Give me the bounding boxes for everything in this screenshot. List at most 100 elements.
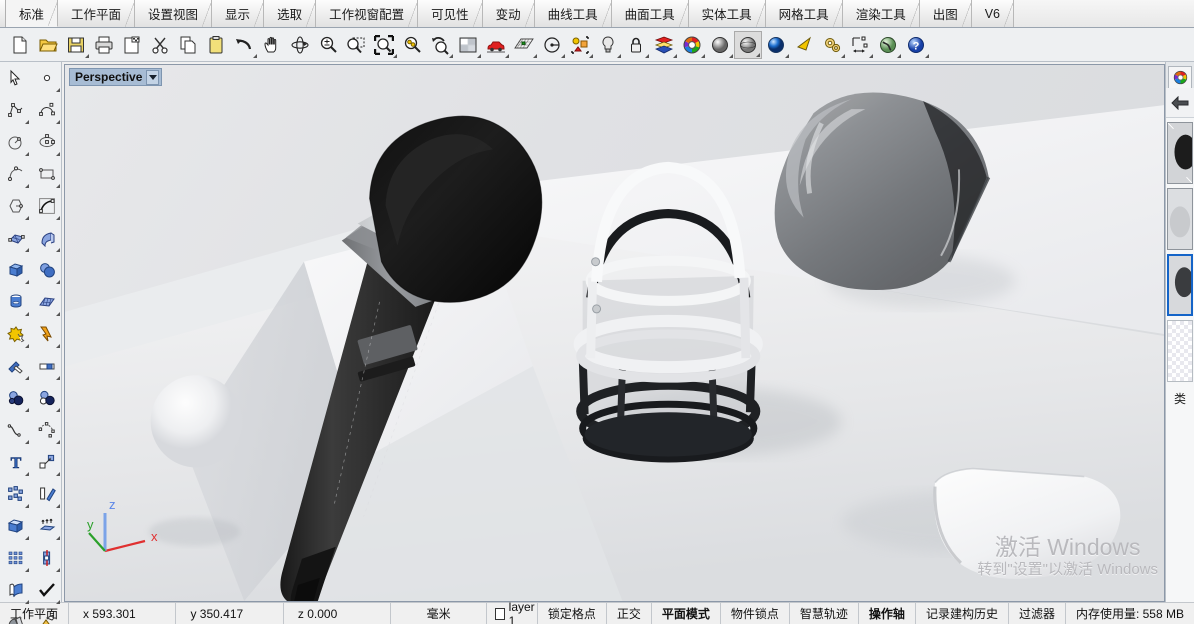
tab-cplane[interactable]: 工作平面 — [58, 0, 135, 27]
tab-standard[interactable]: 标准 — [6, 0, 58, 27]
tool-unroll[interactable] — [0, 574, 31, 606]
tab-viewport-layout[interactable]: 工作视窗配置 — [316, 0, 418, 27]
material-thumb-2[interactable] — [1167, 188, 1193, 250]
tool-point[interactable] — [31, 62, 62, 94]
print-button[interactable] — [90, 31, 118, 59]
tool-explode[interactable] — [31, 318, 62, 350]
render-button[interactable] — [482, 31, 510, 59]
cut-button[interactable] — [146, 31, 174, 59]
status-grid-snap[interactable]: 锁定格点 — [538, 603, 607, 624]
save-button[interactable] — [62, 31, 90, 59]
copy-view-button[interactable] — [118, 31, 146, 59]
status-filter[interactable]: 过滤器 — [1009, 603, 1066, 624]
tool-blend-curve[interactable] — [0, 414, 31, 446]
tool-mirror[interactable] — [31, 478, 62, 510]
tool-render-material[interactable] — [31, 606, 62, 624]
layer-color-swatch[interactable] — [495, 608, 505, 620]
back-arrow-icon[interactable] — [1171, 96, 1189, 110]
tab-visibility[interactable]: 可见性 — [418, 0, 483, 27]
tool-select[interactable] — [0, 62, 31, 94]
tab-set-view[interactable]: 设置视图 — [135, 0, 212, 27]
tool-split[interactable] — [31, 542, 62, 574]
status-ortho[interactable]: 正交 — [607, 603, 652, 624]
material-thumb-1[interactable] — [1167, 122, 1193, 184]
material-thumb-3[interactable] — [1167, 254, 1193, 316]
cplane-button[interactable] — [510, 31, 538, 59]
paste-button[interactable] — [202, 31, 230, 59]
tool-boolean[interactable] — [0, 318, 31, 350]
tool-boolean-difference[interactable] — [0, 382, 31, 414]
dimension-button[interactable] — [846, 31, 874, 59]
tool-arc[interactable] — [0, 158, 31, 190]
status-osnap[interactable]: 物件锁点 — [721, 603, 790, 624]
copy-button[interactable] — [174, 31, 202, 59]
tool-cap[interactable] — [0, 510, 31, 542]
tool-circle[interactable] — [0, 126, 31, 158]
undo-button[interactable] — [230, 31, 258, 59]
open-file-button[interactable] — [34, 31, 62, 59]
tool-curve-handle[interactable] — [31, 190, 62, 222]
tab-select[interactable]: 选取 — [264, 0, 316, 27]
tab-drafting[interactable]: 出图 — [920, 0, 972, 27]
tool-extrude-surface[interactable] — [31, 222, 62, 254]
zoom-window-button[interactable] — [342, 31, 370, 59]
shaded-view-button[interactable] — [706, 31, 734, 59]
tool-polyline[interactable] — [0, 94, 31, 126]
tab-solid-tools[interactable]: 实体工具 — [689, 0, 766, 27]
ghosted-view-button[interactable] — [734, 31, 762, 59]
zoom-button[interactable] — [314, 31, 342, 59]
tool-shade[interactable] — [0, 606, 31, 624]
viewport-title-bar[interactable]: Perspective — [69, 68, 162, 86]
tool-interpolate[interactable] — [31, 414, 62, 446]
zoom-selected-button[interactable] — [398, 31, 426, 59]
tool-scale[interactable] — [31, 446, 62, 478]
tool-box[interactable] — [0, 254, 31, 286]
tab-transform[interactable]: 变动 — [483, 0, 535, 27]
tool-analyze[interactable] — [31, 574, 62, 606]
tool-sphere[interactable] — [31, 254, 62, 286]
tool-array[interactable] — [0, 478, 31, 510]
status-planar[interactable]: 平面模式 — [652, 603, 721, 624]
status-layer[interactable]: layer 1 — [487, 603, 538, 624]
lock-button[interactable] — [622, 31, 650, 59]
tool-ellipse[interactable] — [31, 126, 62, 158]
help-button[interactable]: ? — [902, 31, 930, 59]
tool-rect-array[interactable] — [0, 542, 31, 574]
osnap-button[interactable] — [566, 31, 594, 59]
tool-chamfer[interactable] — [31, 350, 62, 382]
status-smarttrack[interactable]: 智慧轨迹 — [790, 603, 859, 624]
tab-render-tools[interactable]: 渲染工具 — [843, 0, 920, 27]
pan-button[interactable] — [258, 31, 286, 59]
tab-curve-tools[interactable]: 曲线工具 — [535, 0, 612, 27]
undo-view-button[interactable] — [426, 31, 454, 59]
tool-offset-surface[interactable] — [31, 510, 62, 542]
perspective-viewport[interactable]: Perspective — [64, 64, 1165, 602]
tab-surface-tools[interactable]: 曲面工具 — [612, 0, 689, 27]
rendered-view-button[interactable] — [762, 31, 790, 59]
tab-mesh-tools[interactable]: 网格工具 — [766, 0, 843, 27]
circle-button[interactable] — [538, 31, 566, 59]
tool-boolean-intersection[interactable] — [31, 382, 62, 414]
tool-curve[interactable] — [31, 94, 62, 126]
tool-surface[interactable] — [0, 222, 31, 254]
right-panel-tab-materials[interactable] — [1168, 66, 1192, 88]
zoom-extents-button[interactable] — [370, 31, 398, 59]
new-file-button[interactable] — [6, 31, 34, 59]
tool-rectangle[interactable] — [31, 158, 62, 190]
tab-v6[interactable]: V6 — [972, 0, 1014, 27]
spotlight-button[interactable] — [790, 31, 818, 59]
environment-button[interactable] — [874, 31, 902, 59]
tab-display[interactable]: 显示 — [212, 0, 264, 27]
options-button[interactable] — [818, 31, 846, 59]
tool-polygon[interactable] — [0, 190, 31, 222]
status-history[interactable]: 记录建构历史 — [916, 603, 1009, 624]
light-button[interactable] — [594, 31, 622, 59]
material-thumb-empty[interactable] — [1167, 320, 1193, 382]
tool-fillet[interactable] — [0, 350, 31, 382]
layers-button[interactable] — [650, 31, 678, 59]
tool-cylinder[interactable] — [0, 286, 31, 318]
tool-mesh[interactable] — [31, 286, 62, 318]
chevron-down-icon[interactable] — [146, 70, 159, 85]
status-gumball[interactable]: 操作轴 — [859, 603, 916, 624]
rotate-view-button[interactable] — [286, 31, 314, 59]
